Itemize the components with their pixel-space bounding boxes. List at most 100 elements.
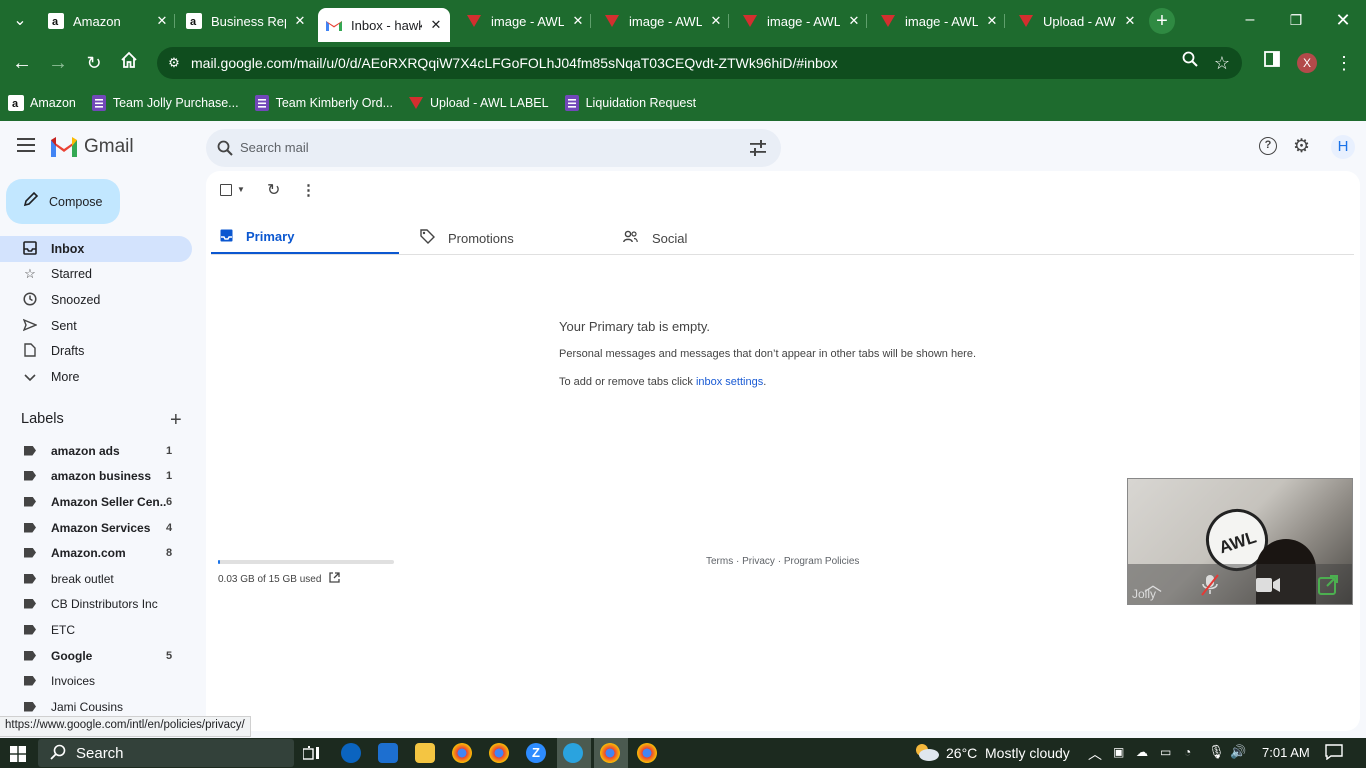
label-item[interactable]: break outlet <box>0 566 192 591</box>
browser-tab-image-1[interactable]: image - AWL ✕ <box>460 6 586 36</box>
notification-icon[interactable] <box>1325 744 1343 763</box>
edge-icon[interactable] <box>341 743 361 763</box>
label-item[interactable]: ETC <box>0 617 192 642</box>
search-input[interactable]: Search mail <box>240 140 309 155</box>
bookmark-amazon[interactable]: a Amazon <box>8 94 76 111</box>
search-icon[interactable] <box>217 140 233 161</box>
account-avatar[interactable]: H <box>1331 135 1355 159</box>
bookmark-upload-awl[interactable]: Upload - AWL LABEL <box>408 95 549 111</box>
restore-window-icon[interactable]: ❐ <box>1284 8 1308 32</box>
gmail-logo[interactable]: Gmail <box>51 136 134 158</box>
minimize-icon[interactable]: – <box>1238 8 1262 32</box>
browser-tab-inbox[interactable]: Inbox - hawk ✕ <box>318 8 450 42</box>
browser-tab-business[interactable]: a Business Rep ✕ <box>180 6 308 36</box>
meet-now-icon[interactable]: ▣ <box>1113 745 1124 759</box>
tab-promotions[interactable]: Promotions <box>420 221 610 255</box>
back-arrow-icon[interactable]: ← <box>10 51 34 75</box>
label-item[interactable]: Google 5 <box>0 643 192 668</box>
home-icon[interactable] <box>117 51 141 75</box>
settings-gear-icon[interactable]: ⚙ <box>1293 135 1310 158</box>
label-item[interactable]: amazon ads 1 <box>0 438 192 463</box>
reload-icon[interactable]: ↻ <box>82 51 106 75</box>
bookmark-team-jolly[interactable]: Team Jolly Purchase... <box>91 94 239 111</box>
zoom-search-icon[interactable] <box>1178 51 1202 75</box>
new-tab-plus-icon[interactable]: + <box>1149 8 1175 34</box>
select-all-checkbox[interactable] <box>220 184 232 196</box>
compose-button[interactable]: Compose <box>6 179 120 224</box>
nav-drafts[interactable]: Drafts <box>0 338 192 364</box>
label-item[interactable]: Invoices <box>0 668 192 693</box>
zoom-app-icon[interactable]: Z <box>526 743 546 763</box>
close-tab-icon[interactable]: ✕ <box>292 13 308 29</box>
tab-primary[interactable]: Primary <box>211 221 399 255</box>
tab-search-icon[interactable]: ⌄ <box>8 9 32 33</box>
close-tab-icon[interactable]: ✕ <box>846 13 862 29</box>
inbox-settings-link[interactable]: inbox settings <box>696 376 763 388</box>
main-menu-icon[interactable] <box>17 137 39 157</box>
bookmark-liquidation[interactable]: Liquidation Request <box>564 94 696 111</box>
site-info-icon[interactable]: ⚙ <box>157 55 191 71</box>
onedrive-cloud-icon[interactable]: ☁ <box>1136 745 1148 759</box>
label-item[interactable]: Amazon.com 8 <box>0 540 192 565</box>
microphone-icon[interactable]: 🎙 <box>1208 744 1225 760</box>
nav-sent[interactable]: Sent <box>0 313 192 339</box>
close-tab-icon[interactable]: ✕ <box>708 13 724 29</box>
address-bar[interactable]: ⚙ mail.google.com/mail/u/0/d/AEoRXRQqiW7… <box>157 47 1242 79</box>
close-tab-icon[interactable]: ✕ <box>984 13 1000 29</box>
store-icon[interactable] <box>378 743 398 763</box>
file-explorer-icon[interactable] <box>415 743 435 763</box>
side-panel-icon[interactable] <box>1260 51 1284 75</box>
forward-arrow-icon[interactable]: → <box>46 51 70 75</box>
close-tab-icon[interactable]: ✕ <box>428 17 444 33</box>
label-item[interactable]: Amazon Seller Cen... 6 <box>0 489 192 514</box>
kebab-menu-icon[interactable]: ⋮ <box>1332 51 1356 75</box>
mic-muted-icon[interactable] <box>1200 574 1220 601</box>
browser-tab-upload[interactable]: Upload - AW ✕ <box>1012 6 1138 36</box>
telegram-icon[interactable] <box>563 743 583 763</box>
tab-social[interactable]: Social <box>623 221 813 255</box>
volume-icon[interactable]: 🔊 <box>1230 744 1246 760</box>
refresh-icon[interactable]: ↻ <box>267 180 280 200</box>
chrome-icon[interactable] <box>600 743 620 763</box>
popout-icon[interactable] <box>1318 575 1338 600</box>
program-policies-link[interactable]: Program Policies <box>784 556 860 567</box>
tray-chevron-up-icon[interactable]: ︿ <box>1088 744 1102 764</box>
nav-snoozed[interactable]: Snoozed <box>0 287 192 313</box>
nav-starred[interactable]: ☆ Starred <box>0 261 192 287</box>
help-icon[interactable]: ? <box>1259 137 1277 155</box>
select-dropdown-icon[interactable]: ▼ <box>237 185 245 194</box>
add-label-plus-icon[interactable]: + <box>170 409 182 432</box>
close-tab-icon[interactable]: ✕ <box>1122 13 1138 29</box>
terms-link[interactable]: Terms <box>706 556 733 567</box>
clock-time[interactable]: 7:01 AM <box>1262 745 1310 760</box>
label-item[interactable]: CB Dinstributors Inc <box>0 591 192 616</box>
search-options-icon[interactable] <box>750 140 766 161</box>
video-call-window[interactable]: AWL ︿ Jolly <box>1127 478 1353 605</box>
browser-tab-image-3[interactable]: image - AWL ✕ <box>736 6 862 36</box>
close-window-icon[interactable]: ✕ <box>1331 8 1355 32</box>
browser-tab-image-4[interactable]: image - AWL ✕ <box>874 6 1000 36</box>
chrome-icon[interactable] <box>452 743 472 763</box>
label-item[interactable]: amazon business 1 <box>0 463 192 488</box>
task-view-icon[interactable] <box>302 745 321 764</box>
nav-inbox[interactable]: Inbox <box>0 236 192 262</box>
windows-start-icon[interactable] <box>10 746 26 765</box>
wifi-icon[interactable]: ◔ <box>1184 745 1191 759</box>
camera-icon[interactable] <box>1256 577 1280 598</box>
close-tab-icon[interactable]: ✕ <box>570 13 586 29</box>
label-item[interactable]: Amazon Services 4 <box>0 515 192 540</box>
battery-icon[interactable]: ▭ <box>1160 745 1171 759</box>
search-bar[interactable]: Search mail <box>206 129 781 167</box>
browser-tab-image-2[interactable]: image - AWL ✕ <box>598 6 724 36</box>
chrome-icon[interactable] <box>637 743 657 763</box>
bookmark-star-icon[interactable]: ☆ <box>1210 51 1234 75</box>
taskbar-search-box[interactable]: Search <box>38 739 294 767</box>
more-options-icon[interactable]: ⋮ <box>301 181 316 199</box>
browser-tab-amazon[interactable]: a Amazon ✕ <box>42 6 170 36</box>
weather-condition[interactable]: Mostly cloudy <box>985 745 1070 761</box>
nav-more[interactable]: More <box>0 364 192 390</box>
bookmark-team-kimberly[interactable]: Team Kimberly Ord... <box>254 94 393 111</box>
close-tab-icon[interactable]: ✕ <box>154 13 170 29</box>
weather-temperature[interactable]: 26°C <box>946 745 977 761</box>
chrome-icon[interactable] <box>489 743 509 763</box>
